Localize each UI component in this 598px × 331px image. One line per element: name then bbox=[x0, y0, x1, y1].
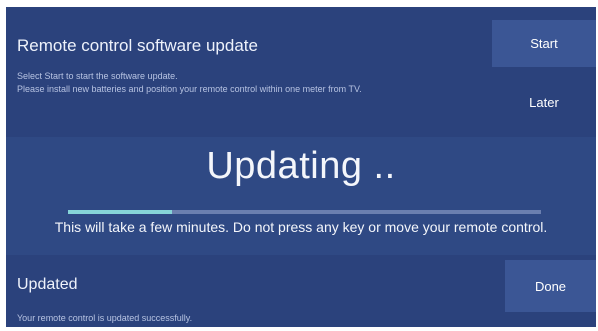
progress-bar bbox=[68, 210, 541, 214]
dialog-title: Updated bbox=[17, 276, 78, 293]
tv-screen: Remote control software update Select St… bbox=[0, 0, 598, 331]
done-button[interactable]: Done bbox=[505, 260, 596, 312]
updating-overlay: Updating .. This will take a few minutes… bbox=[6, 137, 596, 255]
start-button[interactable]: Start bbox=[492, 20, 596, 67]
update-prompt-dialog: Remote control software update Select St… bbox=[6, 7, 596, 137]
progress-bar-fill bbox=[68, 210, 173, 214]
description-line: Select Start to start the software updat… bbox=[17, 71, 178, 81]
description-line: Please install new batteries and positio… bbox=[17, 84, 362, 94]
updating-headline: Updating .. bbox=[206, 145, 396, 187]
dialog-title: Remote control software update bbox=[17, 36, 258, 55]
update-message: This will take a few minutes. Do not pre… bbox=[54, 219, 548, 235]
dialog-description: Your remote control is updated successfu… bbox=[17, 313, 193, 323]
update-complete-dialog: Updated Your remote control is updated s… bbox=[6, 255, 596, 327]
later-button[interactable]: Later bbox=[492, 79, 596, 126]
dialog-description: Select Start to start the software updat… bbox=[17, 70, 362, 96]
